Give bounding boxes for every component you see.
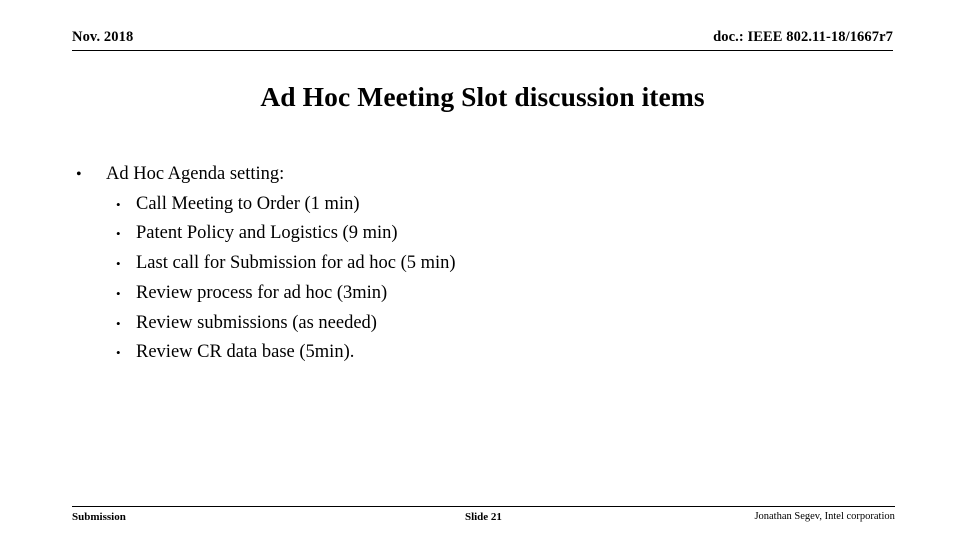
bullet-point-icon: •	[116, 285, 121, 301]
bullet-point-icon: •	[116, 196, 121, 212]
bullet-item: • Review process for ad hoc (3min)	[72, 279, 902, 309]
bullet-item: • Call Meeting to Order (1 min)	[72, 190, 902, 220]
slide-canvas: Nov. 2018 doc.: IEEE 802.11-18/1667r7 Ad…	[0, 0, 960, 540]
bullet-item: • Patent Policy and Logistics (9 min)	[72, 219, 902, 249]
bullet-item-label: Review process for ad hoc (3min)	[136, 282, 388, 303]
bullet-point-icon: •	[116, 226, 121, 242]
bullet-point-icon: •	[76, 166, 82, 183]
bullet-item-label: Call Meeting to Order (1 min)	[136, 193, 360, 214]
bullet-item-label: Ad Hoc Agenda setting:	[106, 164, 285, 184]
bullet-point-icon: •	[116, 256, 121, 272]
bullet-list: • Ad Hoc Agenda setting: • Call Meeting to …	[72, 160, 902, 368]
bullet-item: • Ad Hoc Agenda setting:	[72, 160, 902, 190]
bullet-point-icon: •	[116, 345, 121, 361]
slide-footer: Submission Slide 21 Jonathan Segev, Inte…	[72, 506, 895, 524]
bullet-item-label: Review submissions (as needed)	[136, 312, 377, 333]
footer-author: Jonathan Segev, Intel corporation	[754, 511, 895, 522]
bullet-item: • Review submissions (as needed)	[72, 309, 902, 339]
bullet-item: • Review CR data base (5min).	[72, 338, 902, 368]
slide-header: Nov. 2018 doc.: IEEE 802.11-18/1667r7	[72, 28, 893, 51]
bullet-point-icon: •	[116, 315, 121, 331]
footer-slide-number: Slide 21	[464, 511, 502, 523]
bullet-item: • Last call for Submission for ad hoc (5 …	[72, 249, 902, 279]
header-document-id: doc.: IEEE 802.11-18/1667r7	[713, 29, 893, 45]
footer-submission-label: Submission	[72, 511, 126, 523]
bullet-item-label: Patent Policy and Logistics (9 min)	[136, 223, 398, 244]
bullet-item-label: Last call for Submission for ad hoc (5 m…	[136, 253, 456, 274]
bullet-item-label: Review CR data base (5min).	[136, 342, 355, 363]
header-date: Nov. 2018	[72, 29, 134, 45]
page-title: Ad Hoc Meeting Slot discussion items	[260, 81, 705, 112]
